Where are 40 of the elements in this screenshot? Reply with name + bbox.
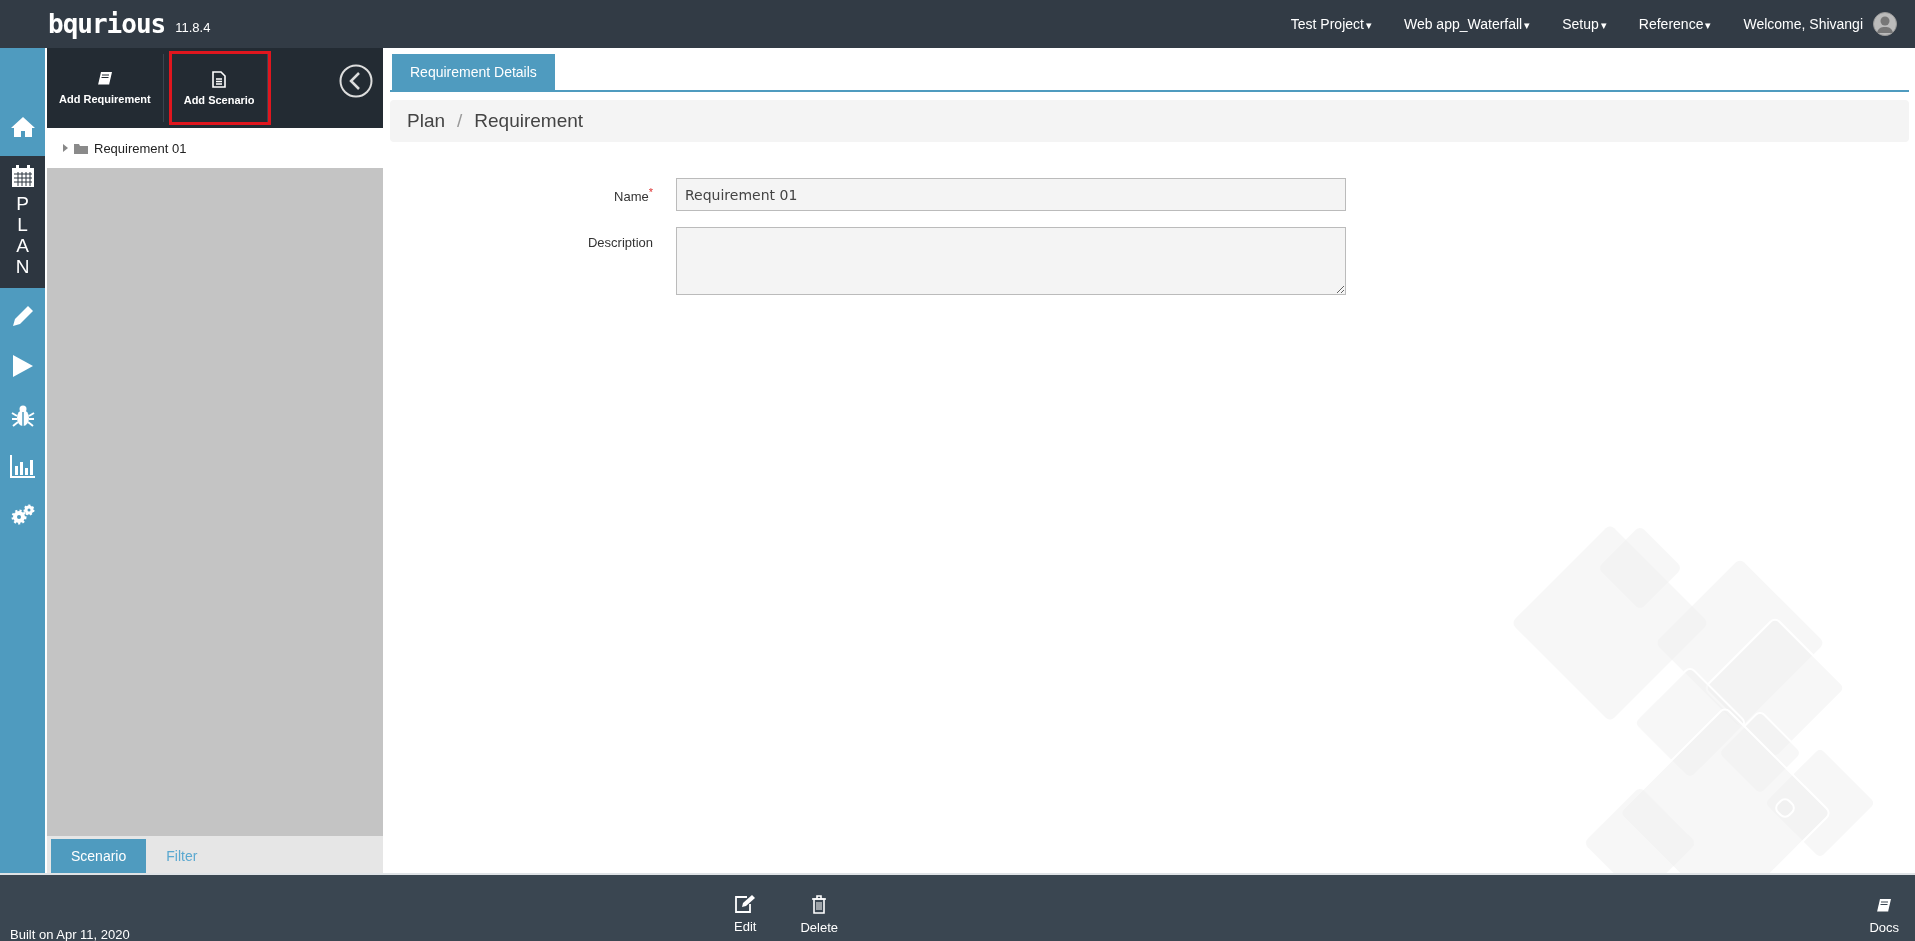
bar-chart-icon <box>9 453 36 478</box>
plan-label: PLAN <box>14 194 31 278</box>
required-mark: * <box>648 186 653 198</box>
folder-icon <box>74 142 88 154</box>
home-icon <box>10 116 35 138</box>
logo: bqurious <box>48 9 166 39</box>
book-icon <box>1876 898 1893 914</box>
field-label: Description <box>586 234 653 250</box>
description-field[interactable] <box>676 227 1346 295</box>
pencil-icon <box>10 303 35 328</box>
edit-icon <box>734 895 757 913</box>
breadcrumb-separator: / <box>457 110 463 132</box>
plan-nav-item[interactable]: PLAN <box>0 156 45 288</box>
docs-button[interactable]: Docs <box>1861 898 1907 935</box>
expand-icon[interactable] <box>63 144 68 152</box>
collapse-icon[interactable] <box>339 64 373 98</box>
bug-icon <box>10 403 35 428</box>
breadcrumb-item: Requirement <box>474 110 584 132</box>
avatar-icon[interactable] <box>1873 12 1897 36</box>
play-icon <box>11 353 34 378</box>
nav-menu[interactable]: Test Project▾ <box>1290 16 1372 32</box>
calendar-icon <box>10 164 35 188</box>
nav-menu[interactable]: Web app_Waterfall▾ <box>1403 16 1531 32</box>
build-date-text: Built on Apr 11, 2020 <box>10 927 130 941</box>
footer-button[interactable]: Edit <box>726 895 765 935</box>
footer-button[interactable]: Delete <box>792 895 846 935</box>
trash-icon <box>811 895 828 914</box>
document-icon <box>212 70 227 88</box>
welcome-text[interactable]: Welcome, Shivangi <box>1743 16 1863 32</box>
name-field[interactable]: Requirement 01 <box>676 178 1346 211</box>
field-label: Name$^{*}$ <box>613 185 653 205</box>
version-text: 11.8.4 <box>175 20 211 35</box>
toolbar-button[interactable]: Add Scenario <box>171 54 268 122</box>
breadcrumb-item[interactable]: Plan <box>407 110 446 132</box>
tree-item[interactable]: Requirement 01 <box>63 140 187 156</box>
nav-menu[interactable]: Setup▾ <box>1562 16 1607 32</box>
nav-menu[interactable]: Reference▾ <box>1638 16 1712 32</box>
book-icon <box>96 71 113 87</box>
toolbar-button[interactable]: Add Requirement <box>47 54 164 122</box>
gears-icon <box>9 503 36 526</box>
